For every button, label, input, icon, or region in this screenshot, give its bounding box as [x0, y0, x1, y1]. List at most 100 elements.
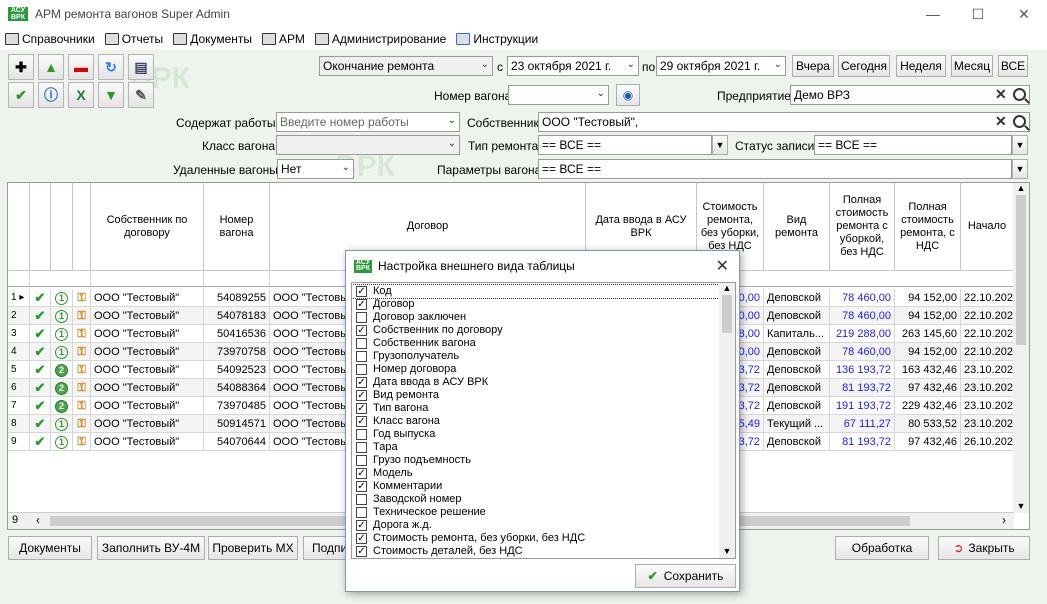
wagon-number-input[interactable]: ⌄ [508, 85, 609, 105]
book-button[interactable]: ▤ [128, 54, 154, 80]
table-cell[interactable]: 23.10.202 [961, 397, 1014, 415]
today-button[interactable]: Сегодня [838, 55, 890, 77]
column-header[interactable] [51, 183, 73, 271]
enterprise-field[interactable]: Демо ВРЗ [790, 85, 1030, 105]
filter-cell[interactable] [91, 271, 204, 287]
column-header[interactable] [73, 183, 91, 271]
table-cell[interactable]: 73970758 [204, 343, 270, 361]
clear-icon[interactable]: ✕ [995, 86, 1007, 103]
date-to-picker[interactable]: 29 октября 2021 г. ⌄ [656, 56, 786, 76]
table-cell[interactable]: 54078183 [204, 307, 270, 325]
key-icon[interactable]: ⚿ [73, 343, 91, 361]
menu-item-documents[interactable]: Документы [168, 28, 257, 50]
table-cell[interactable]: 26.10.202 [961, 433, 1014, 451]
table-cell[interactable]: 94 152,00 [895, 289, 961, 307]
table-cell[interactable]: 50416536 [204, 325, 270, 343]
table-cell[interactable]: 163 432,46 [895, 361, 961, 379]
table-cell[interactable]: 8 [8, 415, 30, 433]
menu-item-help[interactable]: Инструкции [451, 28, 543, 50]
list-scrollbar[interactable]: ▲ ▼ [719, 283, 735, 558]
column-option[interactable]: ✓ Тип вагона [352, 402, 428, 415]
table-cell[interactable]: 94 152,00 [895, 307, 961, 325]
status-check-icon[interactable]: ✔ [30, 343, 51, 361]
table-cell[interactable]: ООО "Тестовый" [91, 397, 204, 415]
table-cell[interactable]: 81 193,72 [830, 379, 895, 397]
column-option[interactable]: ✓ Вид ремонта [352, 389, 439, 402]
table-cell[interactable]: 2 [8, 307, 30, 325]
checkbox[interactable]: ✓ [356, 299, 367, 310]
table-cell[interactable]: 136 193,72 [830, 361, 895, 379]
check-mh-button[interactable]: Проверить МХ [208, 536, 298, 560]
table-cell[interactable]: Деповской [764, 433, 830, 451]
menu-item-reports[interactable]: Отчеты [100, 28, 168, 50]
column-option[interactable]: ✓ Класс вагона [352, 415, 440, 428]
key-icon[interactable]: ⚿ [73, 397, 91, 415]
table-cell[interactable]: Деповской [764, 307, 830, 325]
table-cell[interactable]: 191 193,72 [830, 397, 895, 415]
confirm-button[interactable]: ✔ [8, 82, 34, 108]
refresh-button[interactable]: ↻ [98, 54, 124, 80]
column-option[interactable]: Собственник вагона [352, 337, 476, 350]
table-cell[interactable]: ООО "Тестовый" [91, 343, 204, 361]
key-icon[interactable]: ⚿ [73, 433, 91, 451]
status-check-icon[interactable]: ✔ [30, 415, 51, 433]
table-cell[interactable]: 22.10.202 [961, 325, 1014, 343]
repair-type-field[interactable]: == ВСЕ == [538, 135, 712, 155]
column-option[interactable]: ✓ Дата ввода в АСУ ВРК [352, 376, 488, 389]
menu-item-references[interactable]: Справочники [0, 28, 100, 50]
table-cell[interactable]: 97 432,46 [895, 379, 961, 397]
checkbox[interactable]: ✓ [356, 546, 367, 557]
column-option[interactable]: ✓ Стоимость ремонта, без уборки, без НДС [352, 532, 585, 545]
table-cell[interactable]: 23.10.202 [961, 415, 1014, 433]
add-button[interactable]: ✚ [8, 54, 34, 80]
checkbox[interactable]: ✓ [356, 416, 367, 427]
maximize-icon[interactable]: ☐ [955, 0, 1001, 28]
filter-cell[interactable] [204, 271, 270, 287]
delete-button[interactable]: ▬ [68, 54, 94, 80]
processing-button[interactable]: Обработка [835, 536, 929, 560]
stage-cell[interactable]: 1 [51, 289, 73, 307]
table-cell[interactable]: 54070644 [204, 433, 270, 451]
repair-type-dropdown-icon[interactable]: ▼ [712, 135, 728, 155]
table-cell[interactable]: Текущий ... [764, 415, 830, 433]
table-cell[interactable]: Деповской [764, 343, 830, 361]
binoculars-icon[interactable]: ◉ [616, 84, 640, 106]
scroll-right-icon[interactable]: › [1002, 513, 1006, 527]
checkbox[interactable] [356, 455, 367, 466]
save-button[interactable]: ✔ Сохранить [635, 564, 736, 588]
status-check-icon[interactable]: ✔ [30, 379, 51, 397]
key-icon[interactable]: ⚿ [73, 289, 91, 307]
move-up-button[interactable]: ▲ [38, 54, 64, 80]
table-cell[interactable]: 22.10.202 [961, 307, 1014, 325]
scroll-up-icon[interactable]: ▲ [1013, 183, 1029, 193]
fill-vu4m-button[interactable]: Заполнить ВУ-4М [97, 536, 205, 560]
column-option[interactable]: ✓ Код [352, 284, 720, 299]
search-icon[interactable] [1013, 115, 1026, 128]
stage-cell[interactable]: 1 [51, 433, 73, 451]
column-option[interactable]: ✓ Комментарии [352, 480, 442, 493]
week-button[interactable]: Неделя [896, 55, 946, 77]
menu-item-arm[interactable]: АРМ [257, 28, 310, 50]
menu-item-admin[interactable]: Администрирование [310, 28, 451, 50]
table-cell[interactable]: 54088364 [204, 379, 270, 397]
key-icon[interactable]: ⚿ [73, 415, 91, 433]
documents-button[interactable]: Документы [8, 536, 92, 560]
scroll-left-icon[interactable]: ‹ [36, 513, 40, 527]
table-cell[interactable]: 80 533,52 [895, 415, 961, 433]
date-type-select[interactable]: Окончание ремонта ⌄ [319, 56, 493, 76]
checkbox[interactable]: ✓ [356, 325, 367, 336]
column-option[interactable]: ✓ Стоимость деталей, без НДС [352, 545, 523, 558]
checkbox[interactable] [356, 351, 367, 362]
status-check-icon[interactable]: ✔ [30, 307, 51, 325]
column-option[interactable]: Номер договора [352, 363, 456, 376]
checkbox[interactable] [356, 429, 367, 440]
checkbox[interactable] [356, 494, 367, 505]
filter-cell[interactable] [30, 271, 91, 287]
stage-cell[interactable]: 2 [51, 379, 73, 397]
status-check-icon[interactable]: ✔ [30, 433, 51, 451]
column-option[interactable]: Договор заключен [352, 311, 466, 324]
table-cell[interactable]: 94 152,00 [895, 343, 961, 361]
table-cell[interactable]: 50914571 [204, 415, 270, 433]
key-icon[interactable]: ⚿ [73, 325, 91, 343]
wagon-params-dropdown-icon[interactable]: ▼ [1012, 159, 1028, 179]
